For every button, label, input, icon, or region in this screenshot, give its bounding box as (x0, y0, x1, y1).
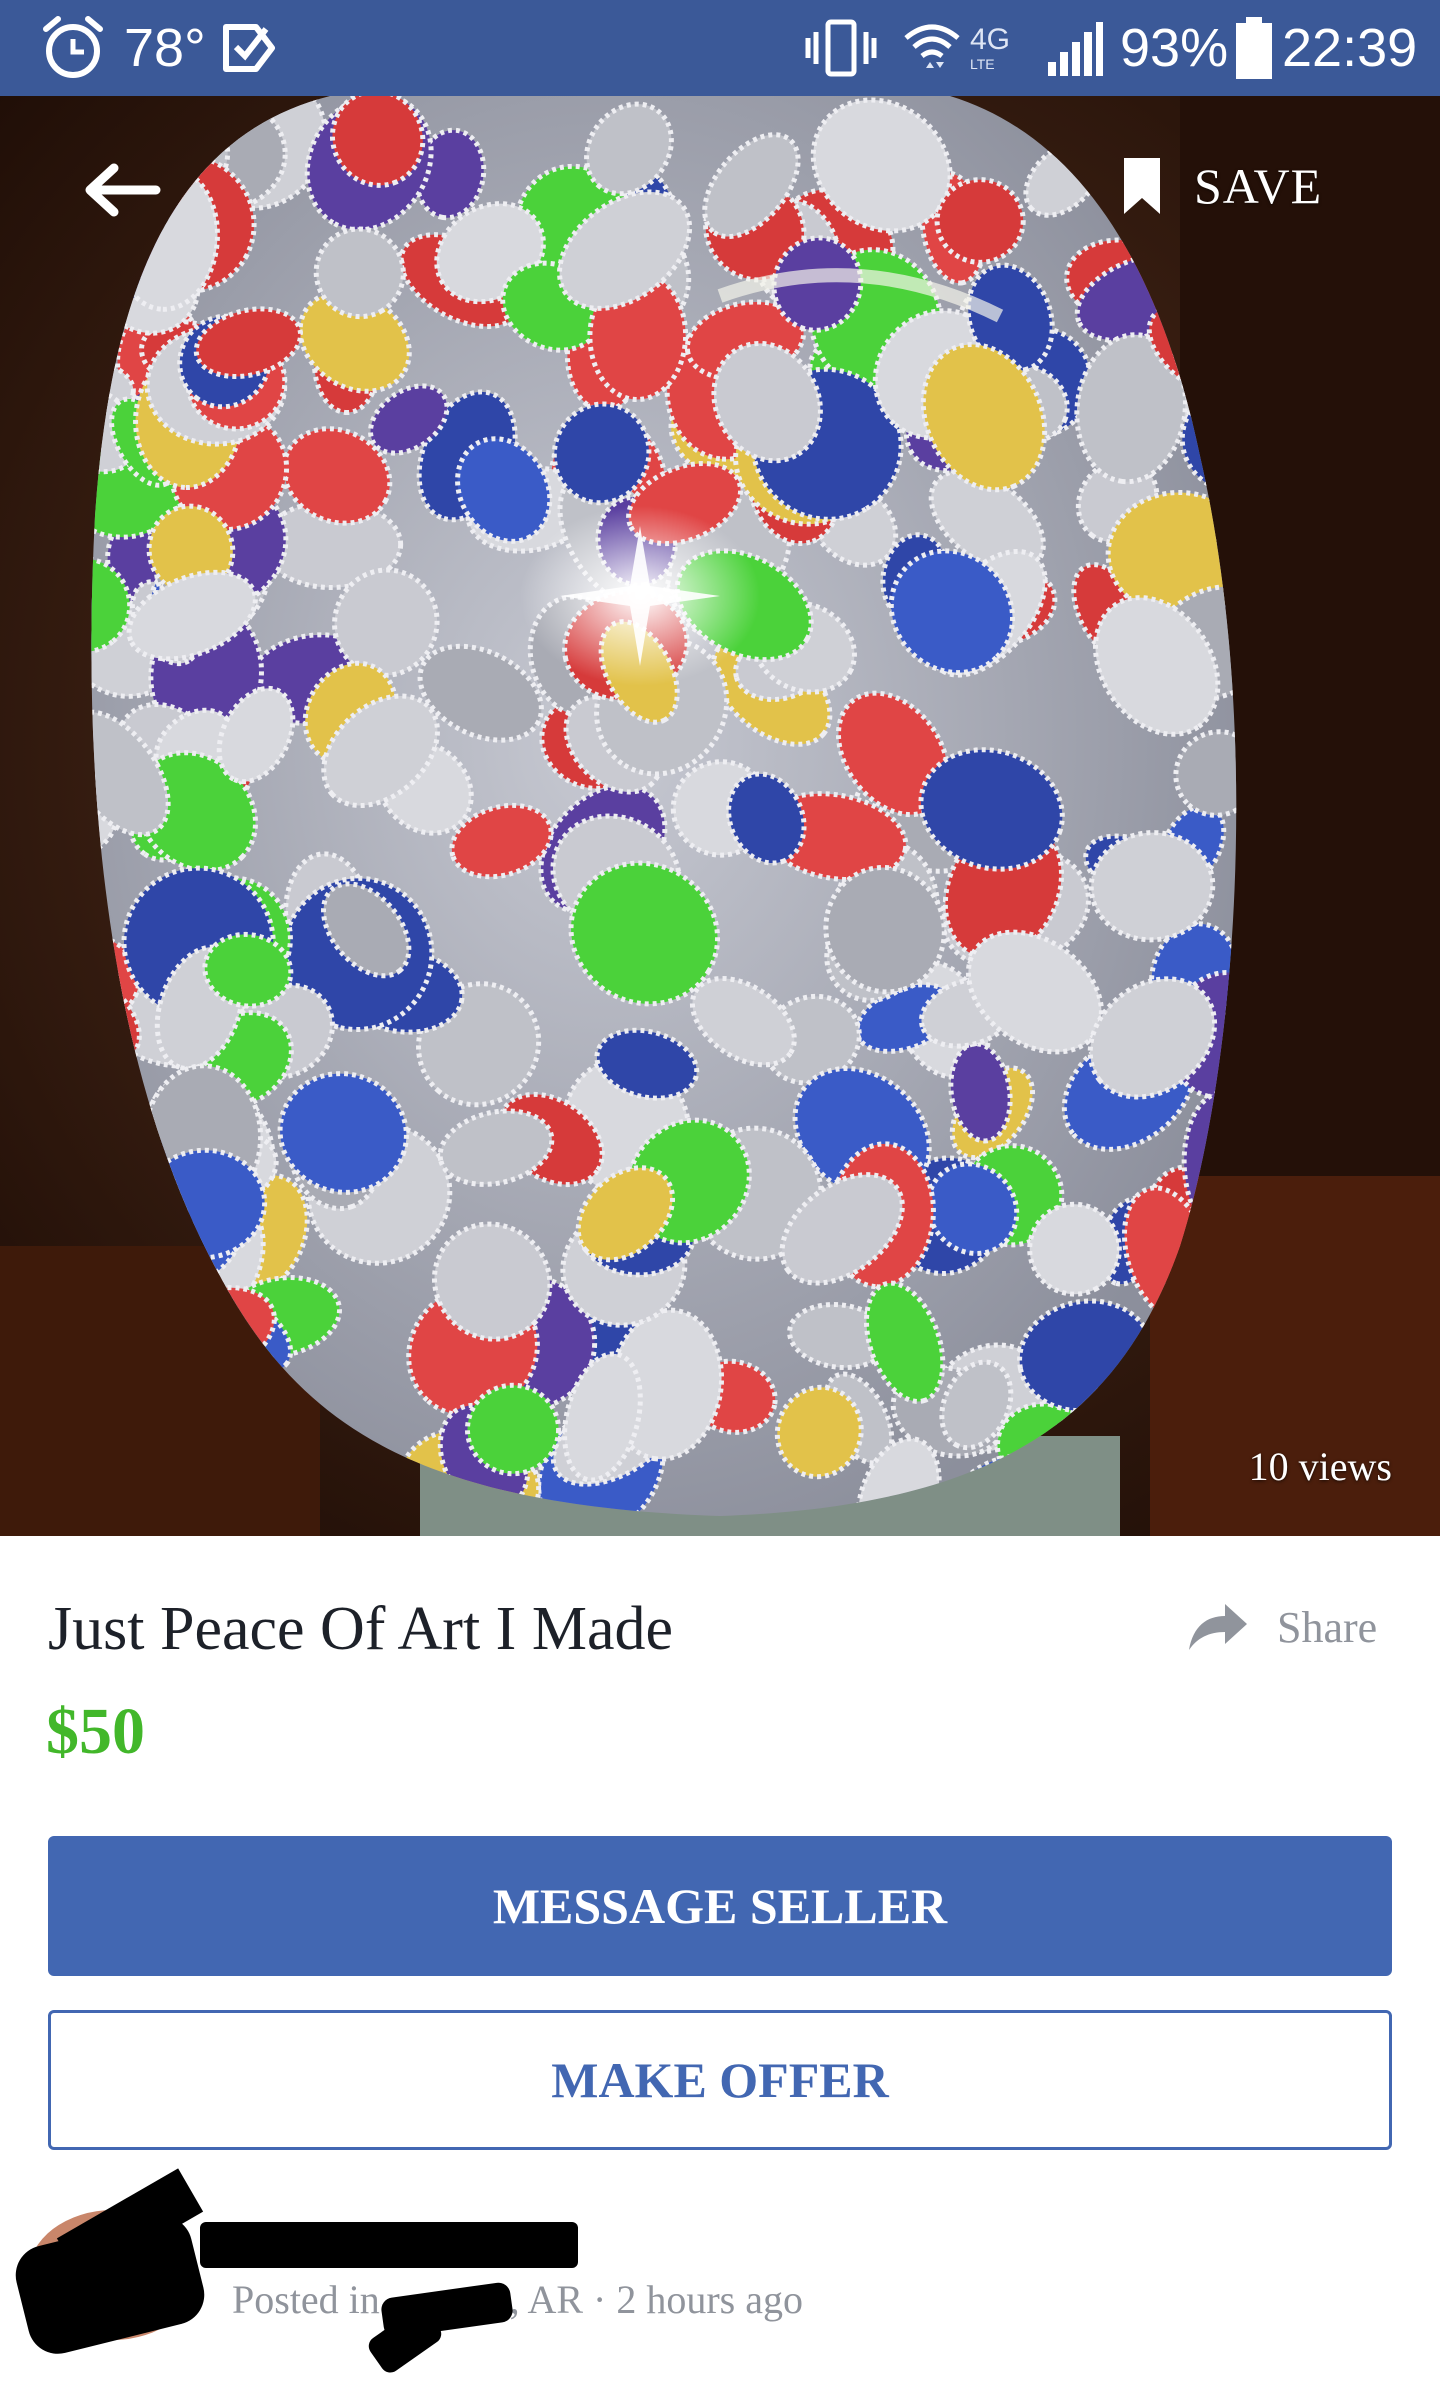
seller-name-redacted[interactable] (200, 2222, 578, 2268)
share-button[interactable]: Share (1185, 1600, 1377, 1654)
bookmark-icon (1124, 158, 1160, 214)
temperature: 78° (124, 18, 206, 78)
view-count: 10 views (1248, 1444, 1392, 1489)
battery-icon (1234, 0, 1274, 96)
battery-percent: 93% (1120, 18, 1229, 78)
back-button[interactable] (82, 160, 162, 220)
vibrate-icon (802, 0, 880, 96)
signal-icon (1046, 0, 1104, 96)
save-label: SAVE (1194, 158, 1323, 214)
check-icon (222, 0, 280, 96)
message-seller-button[interactable]: MESSAGE SELLER (48, 1836, 1392, 1976)
network-subtype: LTE (970, 56, 995, 72)
network-type: 4G (970, 23, 1011, 56)
listing-price: $50 (46, 1695, 145, 1768)
seller-post-meta: Posted in ·········, AR · 2 hours ago (232, 2277, 803, 2322)
save-button[interactable]: SAVE (1120, 154, 1322, 218)
back-arrow-icon (85, 163, 161, 217)
bottle-cap-jar-image (0, 96, 1440, 1536)
listing-title: Just Peace Of Art I Made (48, 1595, 673, 1663)
clock: 22:39 (1282, 18, 1418, 78)
alarm-icon (40, 0, 106, 96)
wifi-icon (902, 0, 962, 96)
share-arrow-icon (1189, 1604, 1247, 1650)
status-bar: 78° 4G LTE 93% 22:39 (0, 0, 1440, 96)
listing-photo[interactable]: SAVE 10 views (0, 96, 1440, 1536)
make-offer-button[interactable]: MAKE OFFER (48, 2010, 1392, 2150)
share-label: Share (1277, 1602, 1378, 1652)
